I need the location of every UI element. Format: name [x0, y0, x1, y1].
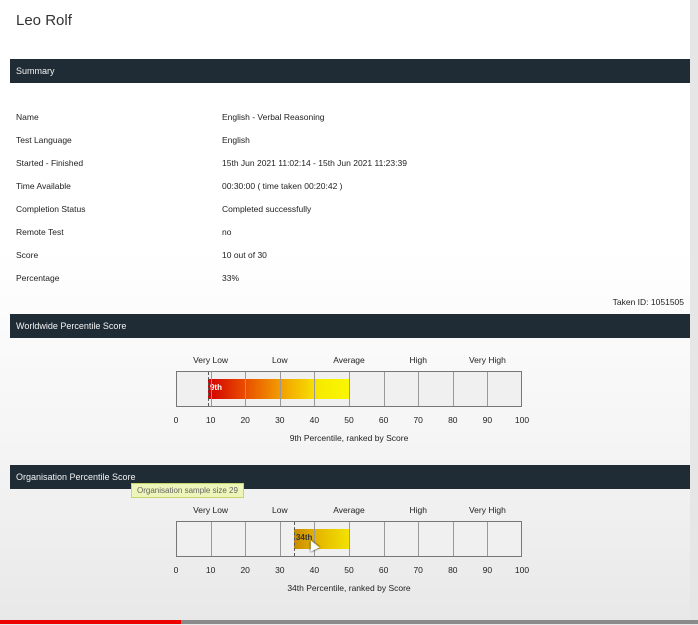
- grid-line: [383, 372, 385, 406]
- band-label: Very Low: [193, 505, 229, 515]
- row-label: Name: [16, 112, 39, 122]
- taken-id: Taken ID: 1051505: [612, 297, 684, 307]
- tick-label: 40: [309, 415, 320, 425]
- grid-line: [245, 522, 247, 556]
- band-label: Very High: [468, 505, 506, 515]
- grid-line: [314, 372, 316, 406]
- band-label: Average: [333, 505, 365, 515]
- tick-label: 50: [344, 415, 354, 425]
- tick-label: 80: [448, 415, 458, 425]
- summary-header: Summary: [10, 59, 690, 83]
- tick-label: 50: [344, 565, 354, 575]
- row-label: Score: [16, 250, 39, 260]
- grid-line: [245, 372, 247, 406]
- row-value: 00:30:00 ( time taken 00:20:42 ): [222, 181, 343, 191]
- band-label: Very Low: [193, 355, 229, 365]
- worldwide-header: Worldwide Percentile Score: [10, 314, 690, 338]
- tick-label: 100: [514, 415, 530, 425]
- row-label: Remote Test: [16, 227, 64, 237]
- grid-line: [210, 372, 212, 406]
- plot-area: 9th: [176, 371, 522, 407]
- tick-label: 40: [309, 565, 320, 575]
- row-value: English - Verbal Reasoning: [222, 112, 325, 122]
- tick-label: 10: [205, 415, 216, 425]
- bar-label: 9th: [209, 383, 222, 392]
- row-label: Completion Status: [16, 204, 86, 214]
- summary-row: Time Available 00:30:00 ( time taken 00:…: [16, 181, 676, 195]
- scrollbar-track[interactable]: [690, 0, 698, 625]
- row-value: Completed successfully: [222, 204, 312, 214]
- chart-caption: 34th Percentile, ranked by Score: [287, 583, 411, 593]
- grid-line: [279, 372, 281, 406]
- tick-label: 100: [514, 565, 530, 575]
- organisation-header: Organisation Percentile Score: [10, 465, 690, 489]
- tick-label: 60: [378, 565, 389, 575]
- plot-area: 34th: [176, 521, 522, 557]
- tick-label: 30: [275, 415, 285, 425]
- row-value: English: [222, 135, 250, 145]
- grid-line: [487, 372, 489, 406]
- tick-label: 30: [275, 565, 285, 575]
- grid-line: [418, 372, 420, 406]
- row-value: 33%: [222, 273, 240, 283]
- row-label: Test Language: [16, 135, 72, 145]
- summary-row: Score 10 out of 30: [16, 250, 676, 264]
- summary-row: Remote Test no: [16, 227, 676, 241]
- band-label: High: [409, 505, 427, 515]
- tick-label: 0: [173, 415, 179, 425]
- tick-label: 90: [482, 565, 493, 575]
- tick-label: 70: [413, 415, 423, 425]
- summary-row: Test Language English: [16, 135, 676, 149]
- row-label: Time Available: [16, 181, 71, 191]
- summary-row: Percentage 33%: [16, 273, 676, 287]
- tick-label: 10: [205, 565, 216, 575]
- row-label: Percentage: [16, 273, 60, 283]
- row-value: 10 out of 30: [222, 250, 267, 260]
- tick-label: 90: [482, 415, 493, 425]
- summary-row: Completion Status Completed successfully: [16, 204, 676, 218]
- worldwide-percentile-chart: Very Low Low Average High Very High 9th …: [140, 355, 560, 455]
- band-label: Low: [272, 355, 288, 365]
- grid-line: [487, 522, 489, 556]
- report-page: Leo Rolf Summary Name English - Verbal R…: [0, 0, 698, 625]
- video-progress-track[interactable]: [0, 620, 698, 624]
- band-label: High: [409, 355, 427, 365]
- chart-caption: 9th Percentile, ranked by Score: [289, 433, 409, 443]
- organisation-percentile-chart: Very Low Low Average High Very High 34th…: [140, 505, 560, 605]
- tick-label: 60: [378, 415, 389, 425]
- band-label: Very High: [468, 355, 506, 365]
- summary-row: Started - Finished 15th Jun 2021 11:02:1…: [16, 158, 676, 172]
- summary-row: Name English - Verbal Reasoning: [16, 112, 676, 126]
- page-title: Leo Rolf: [16, 12, 72, 29]
- percentile-marker: [293, 522, 295, 556]
- grid-line: [452, 522, 454, 556]
- grid-line: [418, 522, 420, 556]
- tick-label: 20: [240, 415, 250, 425]
- tick-label: 20: [240, 565, 250, 575]
- score-bar: 9th: [207, 379, 349, 399]
- band-label: Low: [272, 505, 288, 515]
- grid-line: [349, 372, 350, 406]
- tick-label: 80: [448, 565, 458, 575]
- percentile-marker: [207, 372, 209, 406]
- score-bar: 34th: [293, 529, 349, 549]
- grid-line: [452, 372, 454, 406]
- grid-line: [210, 522, 212, 556]
- band-label: Average: [333, 355, 365, 365]
- video-progress-fill[interactable]: [0, 620, 182, 624]
- row-value: 15th Jun 2021 11:02:14 - 15th Jun 2021 1…: [222, 158, 407, 168]
- grid-line: [279, 522, 281, 556]
- grid-line: [349, 522, 350, 556]
- row-value: no: [222, 227, 232, 237]
- grid-line: [383, 522, 385, 556]
- tick-label: 0: [173, 565, 179, 575]
- row-label: Started - Finished: [16, 158, 84, 168]
- sample-size-tooltip: Organisation sample size 29: [131, 483, 244, 498]
- tick-label: 70: [413, 565, 423, 575]
